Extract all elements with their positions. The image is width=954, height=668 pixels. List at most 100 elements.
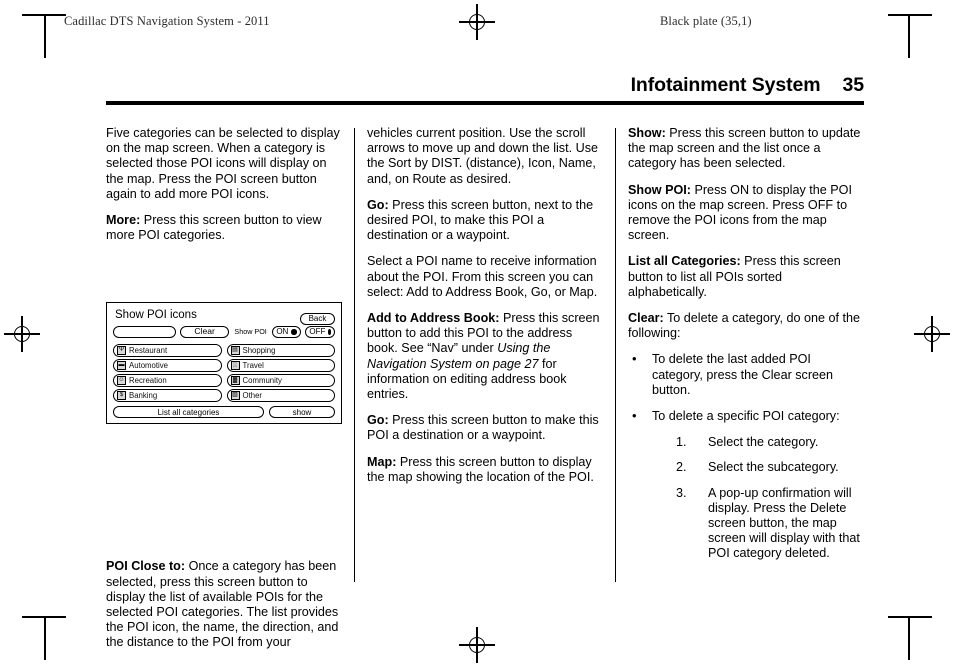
radio-dot-icon <box>291 329 297 335</box>
registration-mark-left <box>4 316 40 352</box>
col2-address-book-paragraph: Add to Address Book: Press this screen b… <box>367 311 603 402</box>
term-clear-text: To delete a category, do one of the foll… <box>628 311 860 341</box>
category-label: Recreation <box>129 375 167 385</box>
clear-button[interactable]: Clear <box>179 326 230 338</box>
column-2: vehicles current position. Use the scrol… <box>367 126 603 588</box>
col2-map-paragraph: Map: Press this screen button to display… <box>367 455 603 485</box>
term-more: More: <box>106 213 141 228</box>
radio-dot-icon <box>328 329 331 335</box>
back-button[interactable]: Back <box>300 312 335 325</box>
community-icon: ▓ <box>230 375 240 385</box>
category-label: Restaurant <box>129 345 168 355</box>
category-button-community[interactable]: ▓ Community <box>226 374 335 387</box>
term-map-text: Press this screen button to display the … <box>367 454 594 484</box>
category-button-recreation[interactable]: ☺ Recreation <box>113 374 222 387</box>
screen-controls-row: Clear Show POI ON OFF <box>113 326 335 338</box>
list-item: • To delete the last added POI category,… <box>628 351 864 398</box>
running-head-left: Cadillac DTS Navigation System - 2011 <box>64 14 270 28</box>
category-grid: Ψ Restaurant ▤ Shopping ▬ Automotive ░ T… <box>113 344 335 402</box>
crop-mark-bottom-right-h <box>888 616 932 618</box>
col2-continuation-paragraph: vehicles current position. Use the scrol… <box>367 126 598 186</box>
term-go2-text: Press this screen button to make this PO… <box>367 413 599 443</box>
column-1: Five categories can be selected to displ… <box>106 126 342 649</box>
crop-mark-bottom-left-v <box>44 616 46 660</box>
step-text: Select the subcategory. <box>708 460 839 475</box>
show-poi-icons-figure: Show POI icons Back Clear Show POI ON OF… <box>106 302 342 424</box>
col1-poi-close-paragraph: POI Close to: Once a category has been s… <box>106 559 342 650</box>
screen-bottom-row: List all categories show <box>113 406 335 418</box>
column-3: Show: Press this screen button to update… <box>628 126 864 588</box>
registration-mark-top <box>459 4 495 40</box>
crop-mark-bottom-right-v <box>908 616 910 660</box>
registration-mark-bottom <box>459 627 495 663</box>
show-poi-on-button[interactable]: ON <box>271 326 302 338</box>
on-label: ON <box>276 327 289 337</box>
bullet-text: To delete a specific POI category: <box>652 409 840 424</box>
list-item: 3. A pop-up confirmation will display. P… <box>652 486 864 562</box>
other-icon: ▧ <box>230 390 240 400</box>
list-item: • To delete a specific POI category: 1. … <box>628 408 864 562</box>
col3-show-poi-paragraph: Show POI: Press ON to display the POI ic… <box>628 183 864 244</box>
page-title: Infotainment System <box>630 74 821 96</box>
screen-top-right-row: Back <box>300 308 335 326</box>
category-label: Shopping <box>242 345 276 355</box>
list-item: 1. Select the category. <box>652 435 864 450</box>
category-label: Automotive <box>129 360 169 370</box>
term-poi-close-to: POI Close to: <box>106 559 186 574</box>
col3-clear-paragraph: Clear: To delete a category, do one of t… <box>628 311 864 341</box>
col1-intro-paragraph: Five categories can be selected to displ… <box>106 126 340 201</box>
term-add-to-address-book: Add to Address Book: <box>367 311 500 326</box>
col1-more-paragraph: More: Press this screen button to view m… <box>106 213 342 243</box>
term-show-poi: Show POI: <box>628 182 691 197</box>
col3-list-all-paragraph: List all Categories: Press this screen b… <box>628 254 864 300</box>
step-text: Select the category. <box>708 435 819 450</box>
recreation-icon: ☺ <box>117 375 126 385</box>
clear-options-list: • To delete the last added POI category,… <box>628 351 864 562</box>
category-button-other[interactable]: ▧ Other <box>226 389 335 402</box>
col2-go-paragraph: Go: Press this screen button, next to th… <box>367 198 603 244</box>
registration-mark-right <box>914 316 950 352</box>
category-label: Travel <box>242 360 264 370</box>
list-all-categories-button[interactable]: List all categories <box>113 406 264 418</box>
step-number: 3. <box>676 485 687 500</box>
banking-icon: $ <box>117 390 126 400</box>
show-poi-off-button[interactable]: OFF <box>305 326 335 338</box>
category-label: Other <box>242 390 263 400</box>
column-divider-1 <box>342 126 367 588</box>
poi-entry-field[interactable] <box>113 326 176 338</box>
nav-screen: Show POI icons Back Clear Show POI ON OF… <box>106 302 342 424</box>
term-go: Go: <box>367 197 389 212</box>
category-button-shopping[interactable]: ▤ Shopping <box>226 344 335 357</box>
step-text: A pop-up confirmation will display. Pres… <box>708 485 860 561</box>
term-clear: Clear: <box>628 311 664 326</box>
term-go-2: Go: <box>367 413 389 428</box>
step-number: 2. <box>676 460 687 475</box>
col3-show-paragraph: Show: Press this screen button to update… <box>628 126 864 172</box>
category-label: Banking <box>129 390 158 400</box>
bullet-text: To delete the last added POI category, p… <box>652 352 834 397</box>
show-poi-label: Show POI <box>234 327 267 337</box>
col2-select-paragraph: Select a POI name to receive information… <box>367 254 598 299</box>
category-button-banking[interactable]: $ Banking <box>113 389 222 402</box>
step-number: 1. <box>676 435 687 450</box>
body-columns: Five categories can be selected to displ… <box>106 126 864 649</box>
title-rule <box>106 101 864 105</box>
category-button-restaurant[interactable]: Ψ Restaurant <box>113 344 222 357</box>
column-divider-2 <box>603 126 628 588</box>
category-button-travel[interactable]: ░ Travel <box>226 359 335 372</box>
delete-steps-list: 1. Select the category. 2. Select the su… <box>652 435 864 561</box>
term-list-all-categories: List all Categories: <box>628 254 741 269</box>
list-item: 2. Select the subcategory. <box>652 460 864 475</box>
travel-icon: ░ <box>230 360 240 370</box>
crop-mark-top-right-v <box>908 14 910 58</box>
category-button-automotive[interactable]: ▬ Automotive <box>113 359 222 372</box>
running-head-right: Black plate (35,1) <box>660 14 752 28</box>
bullet-icon: • <box>632 351 637 367</box>
bullet-icon: • <box>632 408 637 424</box>
page-title-block: Infotainment System 35 <box>106 74 864 105</box>
crop-mark-top-right-h <box>888 14 932 16</box>
category-label: Community <box>242 375 282 385</box>
show-button[interactable]: show <box>269 406 335 418</box>
restaurant-icon: Ψ <box>117 345 126 355</box>
header-rule-left <box>44 14 46 48</box>
